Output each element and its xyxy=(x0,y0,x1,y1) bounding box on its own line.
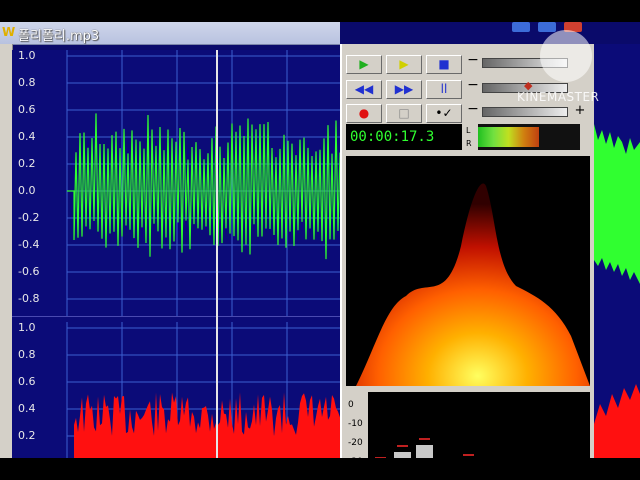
fast-forward-icon: ▶▶ xyxy=(394,82,414,96)
record-icon: ● xyxy=(358,106,370,120)
amplitude-label: 0.6 xyxy=(18,375,36,388)
spectrum-bar xyxy=(394,451,411,458)
spectrum-peak xyxy=(419,437,430,440)
amplitude-label: 0.4 xyxy=(18,402,36,415)
waveform-graph-1 xyxy=(66,50,340,316)
loop-toggle[interactable]: □ xyxy=(386,104,422,123)
spectrum-peak xyxy=(463,453,474,456)
amplitude-label: 0.2 xyxy=(18,157,36,170)
minus-icon[interactable]: − xyxy=(466,53,480,70)
stop-button[interactable]: ■ xyxy=(426,55,462,74)
window-title: 폴리폴리.mp3 xyxy=(18,29,100,44)
speed-slider[interactable]: − + xyxy=(466,102,588,119)
minus-icon[interactable]: − xyxy=(466,102,480,119)
follow-cursor-toggle[interactable]: •✓ xyxy=(426,104,462,123)
playhead-cursor[interactable] xyxy=(216,50,218,458)
title-bar: W 폴리폴리.mp3 xyxy=(0,22,340,45)
amplitude-label: 0.2 xyxy=(18,429,36,442)
rewind-icon: ◀◀ xyxy=(354,82,374,96)
plus-icon[interactable]: + xyxy=(574,102,586,119)
amplitude-label: 0.4 xyxy=(18,130,36,143)
spectrum-analyzer: 0 -10 -20 -30 xyxy=(346,392,590,458)
spectrogram-graph xyxy=(356,183,590,386)
waveform-overflow-right xyxy=(594,44,640,458)
amplitude-label: 0.6 xyxy=(18,103,36,116)
amplitude-label: 0.8 xyxy=(18,348,36,361)
left-channel-label: L xyxy=(466,126,471,135)
record-button[interactable]: ● xyxy=(346,104,382,123)
db-label: 0 xyxy=(348,400,354,410)
db-axis: 0 -10 -20 -30 xyxy=(346,392,368,458)
waveform-graph-2 xyxy=(66,322,340,458)
level-meter xyxy=(478,124,580,150)
check-icon: •✓ xyxy=(435,106,453,120)
time-display: 00:00:17.3 xyxy=(346,124,462,150)
minus-icon[interactable]: − xyxy=(466,78,480,95)
slider-track[interactable] xyxy=(482,107,568,117)
audio-file-icon: W xyxy=(2,25,16,39)
play-button[interactable]: ▶ xyxy=(346,55,382,74)
spectrum-peak xyxy=(397,444,408,447)
right-channel-label: R xyxy=(466,139,472,148)
kinemaster-logo-icon xyxy=(540,30,592,82)
checkbox-icon: □ xyxy=(398,106,410,120)
db-label: -20 xyxy=(348,438,363,448)
spectrum-bar xyxy=(416,444,433,458)
amplitude-label: -0.2 xyxy=(18,211,40,224)
rewind-button[interactable]: ◀◀ xyxy=(346,80,382,99)
amplitude-label: 0.0 xyxy=(18,184,36,197)
level-meter-fill xyxy=(478,127,540,147)
watermark-text: KINEMASTER xyxy=(517,90,600,104)
waveform-channel-2[interactable]: 1.0 0.8 0.6 0.4 0.2 xyxy=(12,321,340,458)
play-icon: ▶ xyxy=(359,57,369,71)
amplitude-label: 0.8 xyxy=(18,76,36,89)
spectrum-peak xyxy=(375,457,386,458)
pause-icon: ll xyxy=(440,82,448,96)
amplitude-label: -0.4 xyxy=(18,238,40,251)
stop-icon: ■ xyxy=(438,57,450,71)
pause-button[interactable]: ll xyxy=(426,80,462,99)
minimize-button[interactable] xyxy=(512,22,530,32)
channel-labels: L R xyxy=(466,124,476,150)
db-label: -30 xyxy=(348,457,363,458)
amplitude-label: 1.0 xyxy=(18,321,36,334)
amplitude-label: -0.8 xyxy=(18,292,40,305)
play-selection-button[interactable]: ▶ xyxy=(386,55,422,74)
waveform-channel-1[interactable]: 1.0 0.8 0.6 0.4 0.2 0.0 -0.2 -0.4 -0.6 -0.8 xyxy=(12,49,340,316)
db-label: -10 xyxy=(348,419,363,429)
audio-editor-window: W 폴리폴리.mp3 1.0 0.8 0.6 0.4 0.2 0.0 -0.2 -0.4 -0.… xyxy=(0,22,640,458)
player-panel: ▶ ▶ ■ ◀◀ ▶▶ ll ● □ •✓ − − ◆ − + 00:00:17.3 L R xyxy=(340,44,596,458)
spectrogram-display xyxy=(346,156,590,386)
waveform-trace xyxy=(74,392,340,458)
fast-forward-button[interactable]: ▶▶ xyxy=(386,80,422,99)
play-outline-icon: ▶ xyxy=(399,57,409,71)
amplitude-label: 1.0 xyxy=(18,49,36,62)
amplitude-label: -0.6 xyxy=(18,265,40,278)
waveform-trace xyxy=(67,113,340,260)
maximize-button[interactable] xyxy=(538,22,556,32)
